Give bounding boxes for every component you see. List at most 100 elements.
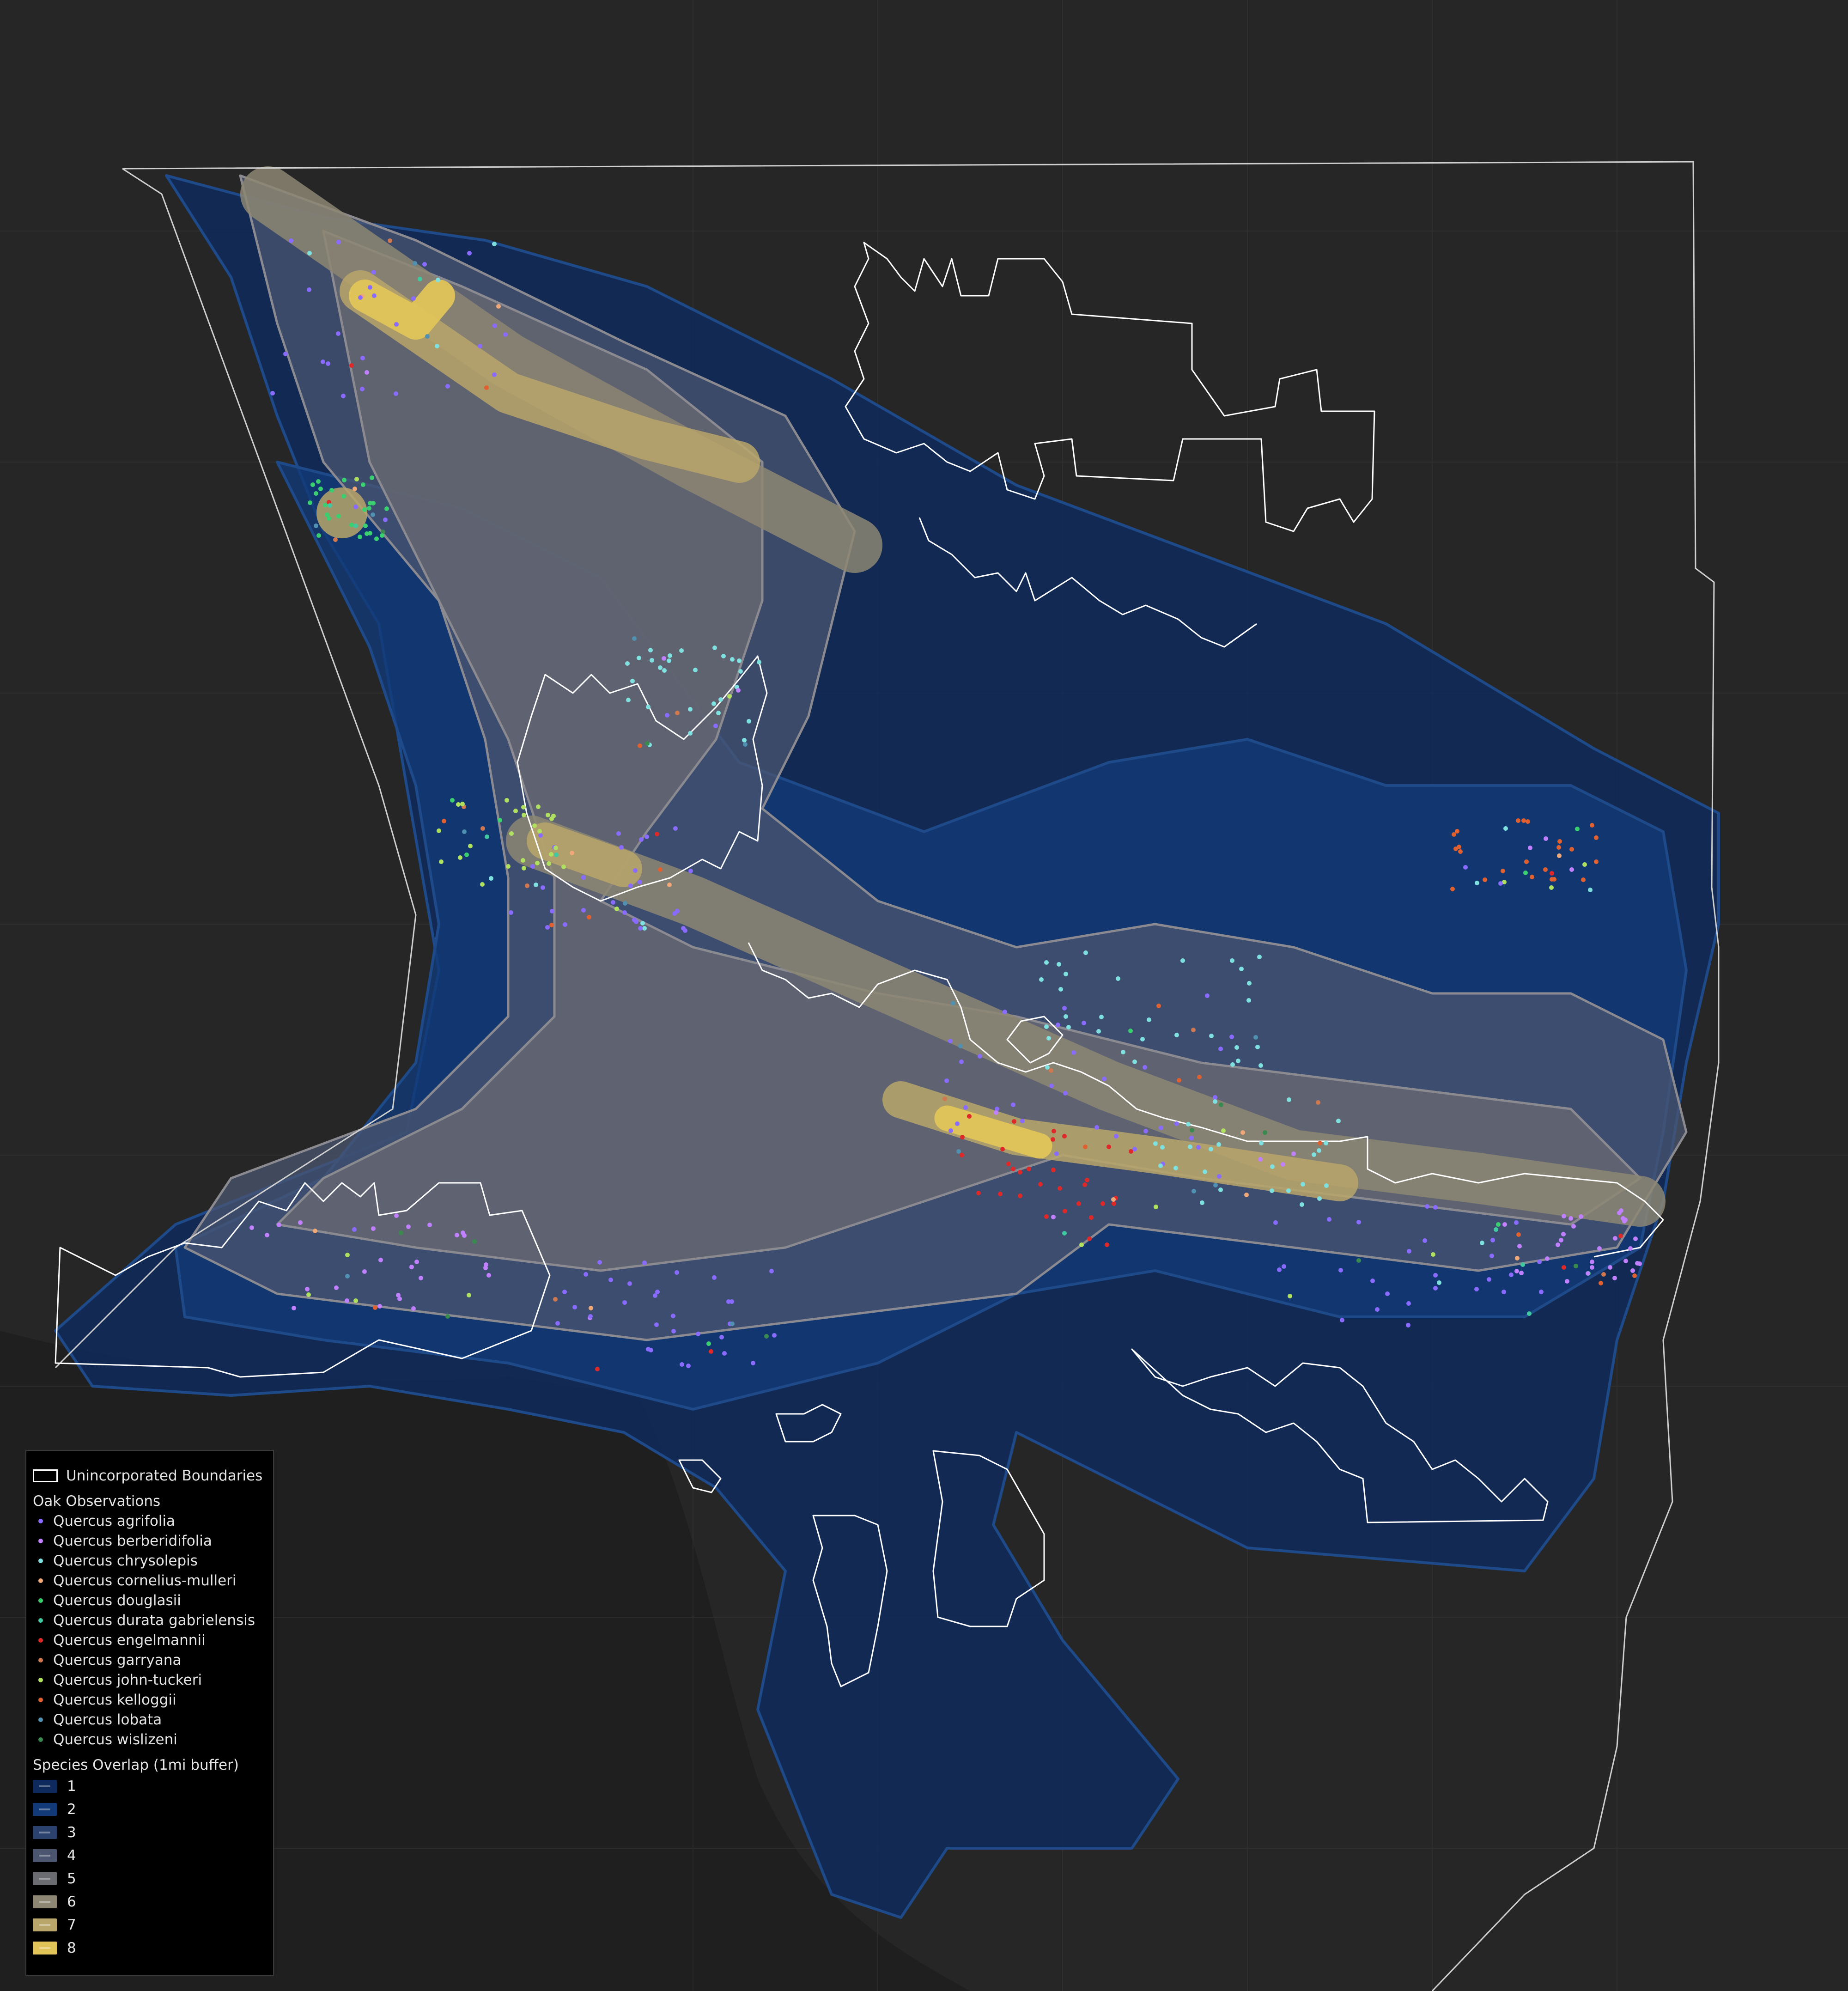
observation-point [1160, 1145, 1165, 1150]
observation-point [462, 829, 467, 834]
observation-point [1561, 1232, 1566, 1236]
observation-point [1458, 849, 1463, 854]
observation-point [349, 523, 354, 527]
observation-point [307, 287, 311, 292]
observation-point [747, 719, 751, 724]
observation-point [634, 919, 638, 924]
observation-point [738, 669, 743, 674]
observation-point [1527, 1311, 1532, 1316]
map-canvas[interactable] [0, 0, 1848, 1991]
observation-point [1186, 1122, 1191, 1126]
observation-point [361, 482, 365, 487]
observation-point [1174, 1033, 1179, 1037]
observation-point [589, 1306, 593, 1310]
legend-species-label: Quercus cornelius-mulleri [53, 1572, 237, 1589]
observation-point [967, 1114, 972, 1119]
observation-point [1230, 958, 1234, 963]
observation-point [675, 711, 680, 715]
observation-point [1082, 1021, 1086, 1025]
observation-point [1234, 1045, 1239, 1050]
observation-point [1079, 1242, 1084, 1247]
observation-point [1571, 1224, 1576, 1229]
observation-point [377, 1304, 382, 1309]
observation-point [314, 524, 318, 528]
observation-point [1191, 1189, 1196, 1193]
observation-point [368, 501, 372, 505]
observation-point [456, 802, 461, 807]
legend-species-entry: Quercus kelloggii [33, 1690, 266, 1710]
observation-point [1539, 1290, 1544, 1294]
observation-point [384, 506, 389, 511]
species-dot-icon [38, 1697, 43, 1702]
observation-point [1370, 1279, 1375, 1283]
observation-point [944, 1078, 949, 1083]
observation-point [541, 885, 545, 890]
observation-point [1106, 1145, 1111, 1149]
observation-point [688, 869, 693, 873]
observation-point [341, 494, 346, 499]
observation-point [1291, 1151, 1296, 1156]
observation-point [1559, 1238, 1563, 1242]
observation-point [336, 514, 341, 518]
observation-point [371, 270, 376, 274]
observation-point [468, 844, 473, 848]
observation-point [553, 1297, 558, 1302]
observation-point [718, 697, 723, 702]
observation-point [587, 915, 591, 919]
observation-point [959, 1059, 964, 1064]
observation-point [1630, 1268, 1635, 1273]
observation-point [439, 859, 444, 864]
observation-point [727, 694, 732, 699]
observation-point [736, 688, 741, 693]
observation-point [1049, 1068, 1053, 1073]
observation-point [1324, 1141, 1328, 1145]
observation-point [292, 1306, 296, 1310]
observation-point [1450, 887, 1455, 891]
observation-point [588, 1314, 593, 1319]
observation-point [316, 533, 321, 538]
observation-point [472, 1239, 477, 1244]
observation-point [1205, 993, 1210, 998]
observation-point [492, 323, 497, 328]
observation-point [1096, 1029, 1101, 1034]
observation-point [1524, 859, 1529, 864]
observation-point [1259, 1141, 1264, 1145]
observation-point [328, 503, 332, 508]
observation-point [1356, 1258, 1361, 1263]
observation-point [455, 1233, 459, 1237]
observation-point [1623, 1259, 1628, 1263]
observation-point [345, 1253, 350, 1257]
observation-point [1045, 1065, 1050, 1070]
observation-point [1229, 1035, 1234, 1039]
observation-point [1483, 877, 1487, 882]
observation-point [562, 1290, 567, 1294]
observation-point [460, 802, 465, 806]
observation-point [480, 826, 485, 831]
observation-point [365, 370, 369, 375]
observation-point [1147, 1017, 1151, 1022]
observation-point [948, 1039, 953, 1043]
observation-point [668, 653, 672, 658]
observation-point [1240, 1130, 1245, 1135]
legend-species-label: Quercus kelloggii [53, 1691, 176, 1708]
observation-point [513, 809, 518, 813]
observation-point [743, 742, 748, 747]
observation-point [1054, 1151, 1059, 1156]
observation-point [306, 1292, 311, 1297]
observation-point [1217, 1174, 1222, 1179]
observation-point [1063, 1209, 1067, 1213]
observation-point [462, 1233, 467, 1238]
legend-species-label: Quercus garryana [53, 1651, 182, 1668]
observation-point [1498, 881, 1503, 886]
observation-point [349, 363, 354, 368]
legend-species-entry: Quercus douglasii [33, 1590, 266, 1610]
species-dot-icon [38, 1677, 43, 1682]
observation-point [1487, 1277, 1491, 1282]
observation-point [323, 503, 328, 507]
observation-point [1027, 1167, 1031, 1171]
observation-point [394, 391, 398, 396]
observation-point [333, 537, 338, 542]
legend-overlap-entry: 3 [33, 1821, 266, 1844]
observation-point [1129, 1149, 1133, 1154]
observation-point [310, 482, 315, 487]
